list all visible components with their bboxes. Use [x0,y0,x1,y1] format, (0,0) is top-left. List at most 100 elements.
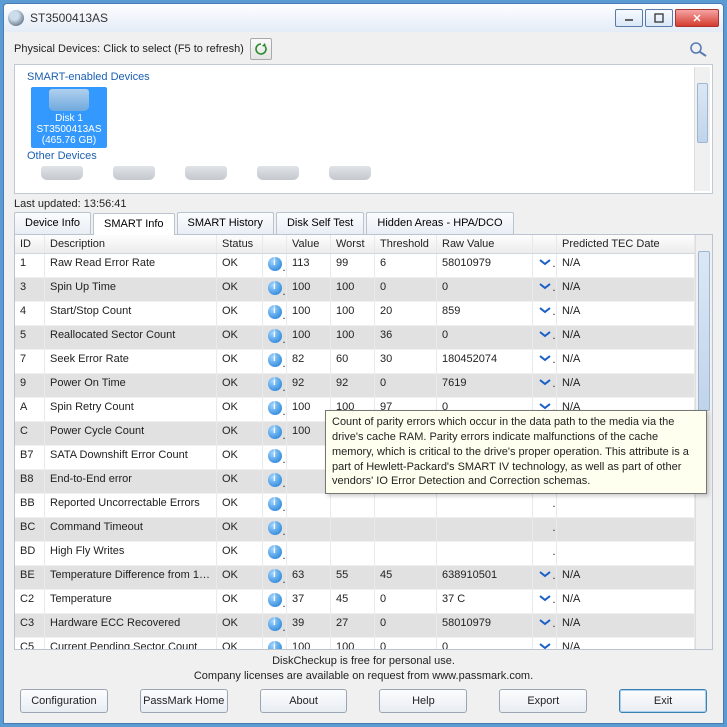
titlebar[interactable]: ST3500413AS [4,4,723,32]
other-device-icon[interactable] [113,166,155,180]
cell-tec: N/A [557,350,695,373]
expand-icon[interactable] [533,614,557,637]
info-icon[interactable] [263,638,287,649]
expand-icon[interactable] [533,254,557,277]
tab-smart-history[interactable]: SMART History [177,212,274,234]
other-device-icon[interactable] [41,166,83,180]
col-threshold[interactable]: Threshold [375,235,437,253]
info-icon[interactable] [263,254,287,277]
table-row[interactable]: BDHigh Fly WritesOK [15,542,695,566]
tab-smart-info[interactable]: SMART Info [93,213,175,235]
cell-worst [331,542,375,565]
info-icon[interactable] [263,614,287,637]
cell-threshold: 0 [375,590,437,613]
expand-icon[interactable] [533,590,557,613]
maximize-button[interactable] [645,9,673,27]
info-icon[interactable] [263,350,287,373]
expand-icon[interactable] [533,542,557,565]
info-icon[interactable] [263,566,287,589]
info-icon[interactable] [263,398,287,421]
expand-icon[interactable] [533,638,557,649]
cell-id: C5 [15,638,45,649]
table-row[interactable]: C3Hardware ECC RecoveredOK3927058010979N… [15,614,695,638]
info-icon[interactable] [263,302,287,325]
expand-icon[interactable] [533,518,557,541]
cell-id: 7 [15,350,45,373]
cell-status: OK [217,278,263,301]
smart-table-container: ID Description Status Value Worst Thresh… [14,235,713,650]
table-row[interactable]: 5Reallocated Sector CountOK100100360N/A [15,326,695,350]
cell-worst: 60 [331,350,375,373]
table-row[interactable]: C5Current Pending Sector CountOK10010000… [15,638,695,649]
device-item-disk1[interactable]: Disk 1 ST3500413AS (465.76 GB) [31,87,107,148]
col-tec[interactable]: Predicted TEC Date [557,235,695,253]
info-icon[interactable] [263,542,287,565]
info-icon[interactable] [263,470,287,493]
expand-icon[interactable] [533,302,557,325]
cell-worst [331,518,375,541]
col-status[interactable]: Status [217,235,263,253]
configuration-button[interactable]: Configuration [20,689,108,713]
cell-status: OK [217,374,263,397]
cell-status: OK [217,494,263,517]
cell-worst: 27 [331,614,375,637]
col-value[interactable]: Value [287,235,331,253]
export-button[interactable]: Export [499,689,587,713]
tab-device-info[interactable]: Device Info [14,212,91,234]
col-expand[interactable] [533,235,557,253]
passmark-home-button[interactable]: PassMark Home [140,689,228,713]
cell-description: Raw Read Error Rate [45,254,217,277]
cell-id: C [15,422,45,445]
expand-icon[interactable] [533,278,557,301]
info-icon[interactable] [263,494,287,517]
about-button[interactable]: About [260,689,348,713]
info-icon[interactable] [263,446,287,469]
table-row[interactable]: 3Spin Up TimeOK10010000N/A [15,278,695,302]
cell-tec [557,542,695,565]
table-row[interactable]: 7Seek Error RateOK826030180452074N/A [15,350,695,374]
expand-icon[interactable] [533,494,557,517]
table-row[interactable]: 1Raw Read Error RateOK11399658010979N/A [15,254,695,278]
table-row[interactable]: BBReported Uncorrectable ErrorsOK [15,494,695,518]
cell-threshold: 0 [375,638,437,649]
info-icon[interactable] [263,422,287,445]
info-icon[interactable] [263,518,287,541]
device-panel-scrollbar[interactable] [694,67,710,191]
table-row[interactable]: BCCommand TimeoutOK [15,518,695,542]
close-button[interactable] [675,9,719,27]
table-row[interactable]: BETemperature Difference from 100OK63554… [15,566,695,590]
other-device-icon[interactable] [257,166,299,180]
info-icon[interactable] [263,326,287,349]
cell-id: B8 [15,470,45,493]
table-row[interactable]: 9Power On TimeOK929207619N/A [15,374,695,398]
info-icon[interactable] [263,374,287,397]
refresh-button[interactable] [250,38,272,60]
expand-icon[interactable] [533,566,557,589]
minimize-button[interactable] [615,9,643,27]
other-device-icon[interactable] [185,166,227,180]
tab-disk-self-test[interactable]: Disk Self Test [276,212,364,234]
col-info[interactable] [263,235,287,253]
cell-description: End-to-End error [45,470,217,493]
other-device-icon[interactable] [329,166,371,180]
expand-icon[interactable] [533,350,557,373]
info-icon[interactable] [263,590,287,613]
cell-id: 9 [15,374,45,397]
table-row[interactable]: C2TemperatureOK3745037 CN/A [15,590,695,614]
exit-button[interactable]: Exit [619,689,707,713]
expand-icon[interactable] [533,326,557,349]
col-id[interactable]: ID [15,235,45,253]
search-icon[interactable] [685,38,713,60]
cell-description: Spin Up Time [45,278,217,301]
cell-status: OK [217,350,263,373]
info-icon[interactable] [263,278,287,301]
table-header[interactable]: ID Description Status Value Worst Thresh… [15,235,695,254]
help-button[interactable]: Help [379,689,467,713]
col-raw[interactable]: Raw Value [437,235,533,253]
table-row[interactable]: 4Start/Stop CountOK10010020859N/A [15,302,695,326]
tab-hidden-areas[interactable]: Hidden Areas - HPA/DCO [366,212,513,234]
expand-icon[interactable] [533,374,557,397]
col-worst[interactable]: Worst [331,235,375,253]
col-description[interactable]: Description [45,235,217,253]
app-window: ST3500413AS Physical Devices: Click to s… [3,3,724,724]
